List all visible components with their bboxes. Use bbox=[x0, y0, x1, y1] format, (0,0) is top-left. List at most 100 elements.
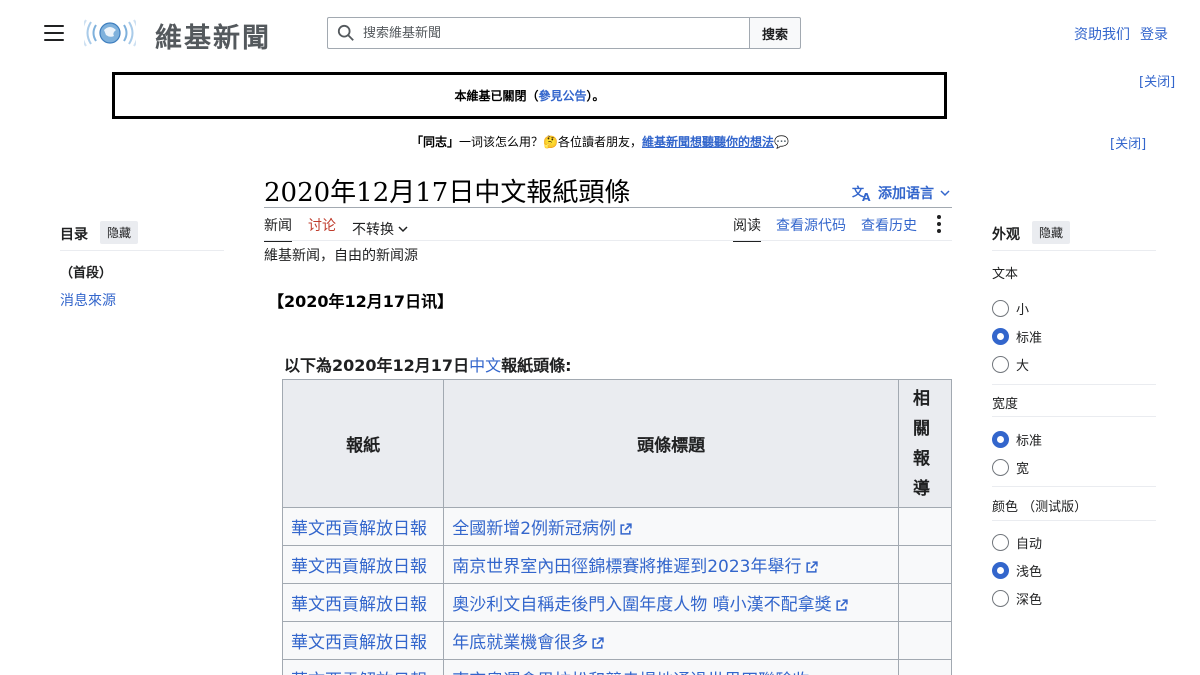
headline-cell[interactable]: 奧沙利文自稱走後門入圍年度人物 噴小漢不配拿獎 bbox=[443, 583, 900, 622]
table-caption: 以下為2020年12月17日中文報紙頭條: bbox=[284, 352, 572, 376]
table-row: 華文西貢解放日報 南京世界室內田徑錦標賽將推遲到2023年舉行 bbox=[282, 545, 952, 584]
table-body: 華文西貢解放日報 全國新增2例新冠病例 華文西貢解放日報 南京世界室內田徑錦標賽將推遲… bbox=[282, 507, 952, 675]
radio-label: 大 bbox=[1016, 359, 1030, 374]
caption-suffix: 報紙頭條: bbox=[501, 356, 572, 375]
headline-cell[interactable]: 全國新增2例新冠病例 bbox=[443, 507, 900, 546]
tab-news[interactable]: 新闻 bbox=[264, 215, 292, 242]
page-title: 2020年12月17日中文報紙頭條 bbox=[264, 178, 631, 208]
site-notice: 本維基已關閉（ 參見公告）。 bbox=[112, 72, 947, 119]
main-menu-button[interactable] bbox=[44, 25, 64, 41]
svg-text:A: A bbox=[862, 191, 871, 202]
radio-button[interactable] bbox=[992, 534, 1009, 551]
tab-talk[interactable]: 讨论 bbox=[308, 215, 336, 242]
headline-cell[interactable]: 年底就業機會很多 bbox=[443, 621, 900, 660]
tab-view-source[interactable]: 查看源代码 bbox=[776, 215, 846, 235]
radio-width-standard[interactable]: 标准 bbox=[992, 430, 1042, 449]
radio-button[interactable] bbox=[992, 459, 1009, 476]
paper-cell[interactable]: 華文西貢解放日報 bbox=[282, 621, 445, 660]
title-divider bbox=[264, 207, 952, 208]
chevron-down-icon bbox=[398, 225, 408, 232]
headline-link[interactable]: 南京奧運會男拉松和競走場地通過世界田聯驗收 bbox=[452, 671, 809, 675]
column-header-headline: 頭條標題 bbox=[443, 379, 900, 508]
related-header-char: 報 bbox=[913, 448, 931, 469]
add-languages-label: 添加语言 bbox=[878, 186, 934, 202]
site-wordmark[interactable]: 維基新聞 bbox=[155, 16, 271, 55]
radio-text-large[interactable]: 大 bbox=[992, 355, 1029, 374]
more-actions-icon[interactable] bbox=[932, 215, 946, 233]
notice-close-link[interactable]: [关闭] bbox=[1139, 71, 1175, 90]
toc-item-sources[interactable]: 消息來源 bbox=[60, 290, 116, 310]
tagline: 維基新闻，自由的新闻源 bbox=[264, 248, 418, 264]
headline-cell[interactable]: 南京奧運會男拉松和競走場地通過世界田聯驗收 bbox=[443, 659, 900, 675]
headlines-table-container: 報紙 頭條標題 相關報導 華文西貢解放日報 全國新增2例新冠病例 華文西貢解放日報南… bbox=[282, 379, 952, 675]
radio-label: 小 bbox=[1016, 303, 1030, 318]
table-row: 華文西貢解放日報南京奧運會男拉松和競走場地通過世界田聯驗收 bbox=[282, 659, 952, 675]
add-languages-button[interactable]: 文 A 添加语言 bbox=[852, 183, 950, 203]
speech-bubble-icon: 💬 bbox=[774, 135, 789, 149]
caption-link[interactable]: 中文 bbox=[469, 356, 501, 375]
related-cell bbox=[898, 507, 952, 546]
appearance-divider bbox=[992, 250, 1156, 251]
related-cell bbox=[898, 659, 952, 675]
related-header-char: 相 bbox=[913, 388, 931, 409]
radio-label: 浅色 bbox=[1016, 565, 1043, 580]
search-field[interactable] bbox=[327, 17, 750, 49]
toc-hide-button[interactable]: 隐藏 bbox=[100, 221, 139, 244]
tabs-divider bbox=[264, 240, 952, 241]
radio-text-small[interactable]: 小 bbox=[992, 299, 1029, 318]
notice-link[interactable]: 參見公告 bbox=[538, 87, 586, 104]
radio-color-auto[interactable]: 自动 bbox=[992, 533, 1042, 552]
radio-button-selected[interactable] bbox=[992, 431, 1009, 448]
toc-item-top[interactable]: （首段） bbox=[60, 262, 112, 281]
paper-cell[interactable]: 華文西貢解放日報 bbox=[282, 659, 445, 675]
variant-dropdown[interactable]: 不转换 bbox=[352, 215, 408, 242]
tab-read[interactable]: 阅读 bbox=[733, 215, 761, 242]
appearance-divider bbox=[992, 520, 1156, 521]
radio-label: 宽 bbox=[1016, 462, 1030, 477]
radio-text-standard[interactable]: 标准 bbox=[992, 327, 1042, 346]
related-cell bbox=[898, 621, 952, 660]
related-cell bbox=[898, 545, 952, 584]
column-header-related: 相關報導 bbox=[898, 379, 952, 508]
appearance-title: 外观 bbox=[992, 227, 1020, 243]
table-row: 華文西貢解放日報 年底就業機會很多 bbox=[282, 621, 952, 660]
external-link-icon bbox=[620, 522, 632, 535]
paper-cell[interactable]: 華文西貢解放日報 bbox=[282, 545, 445, 584]
text-size-label: 文本 bbox=[992, 267, 1019, 282]
radio-color-dark[interactable]: 深色 bbox=[992, 589, 1042, 608]
radio-color-light[interactable]: 浅色 bbox=[992, 561, 1042, 580]
headline-link[interactable]: 年底就業機會很多 bbox=[452, 633, 588, 653]
related-header-char: 關 bbox=[913, 418, 931, 439]
radio-button[interactable] bbox=[992, 590, 1009, 607]
appearance-divider bbox=[992, 384, 1156, 385]
headline-cell[interactable]: 南京世界室內田徑錦標賽將推遲到2023年舉行 bbox=[443, 545, 900, 584]
login-link[interactable]: 登录 bbox=[1140, 24, 1168, 44]
wikinews-logo-icon[interactable] bbox=[84, 16, 136, 50]
search-icon bbox=[337, 24, 354, 41]
radio-label: 标准 bbox=[1016, 434, 1043, 449]
radio-width-wide[interactable]: 宽 bbox=[992, 458, 1029, 477]
radio-button[interactable] bbox=[992, 356, 1009, 373]
paper-cell[interactable]: 華文西貢解放日報 bbox=[282, 583, 445, 622]
donate-link[interactable]: 资助我们 bbox=[1074, 24, 1130, 44]
radio-button-selected[interactable] bbox=[992, 328, 1009, 345]
banner-close-link[interactable]: [关闭] bbox=[1110, 133, 1146, 152]
radio-button-selected[interactable] bbox=[992, 562, 1009, 579]
variant-label: 不转换 bbox=[352, 221, 394, 238]
toc-divider bbox=[60, 250, 224, 251]
feedback-banner: 「同志」一词该怎么用？🤔各位讀者朋友，維基新聞想聽聽你的想法💬 bbox=[0, 133, 1200, 150]
banner-text1: 一词该怎么用？ bbox=[459, 135, 544, 149]
paper-cell[interactable]: 華文西貢解放日報 bbox=[282, 507, 445, 546]
search-button[interactable]: 搜索 bbox=[749, 17, 801, 49]
headline-link[interactable]: 奧沙利文自稱走後門入圍年度人物 噴小漢不配拿獎 bbox=[452, 595, 831, 615]
headline-link[interactable]: 南京世界室內田徑錦標賽將推遲到2023年舉行 bbox=[452, 557, 801, 577]
table-row: 華文西貢解放日報 奧沙利文自稱走後門入圍年度人物 噴小漢不配拿獎 bbox=[282, 583, 952, 622]
notice-suffix: ）。 bbox=[586, 89, 605, 103]
search-input[interactable] bbox=[363, 25, 733, 41]
headline-link[interactable]: 全國新增2例新冠病例 bbox=[452, 519, 616, 539]
tab-view-history[interactable]: 查看历史 bbox=[861, 215, 917, 235]
appearance-hide-button[interactable]: 隐藏 bbox=[1032, 221, 1071, 244]
external-link-icon bbox=[836, 598, 848, 611]
radio-button[interactable] bbox=[992, 300, 1009, 317]
banner-link[interactable]: 維基新聞想聽聽你的想法 bbox=[642, 135, 774, 149]
